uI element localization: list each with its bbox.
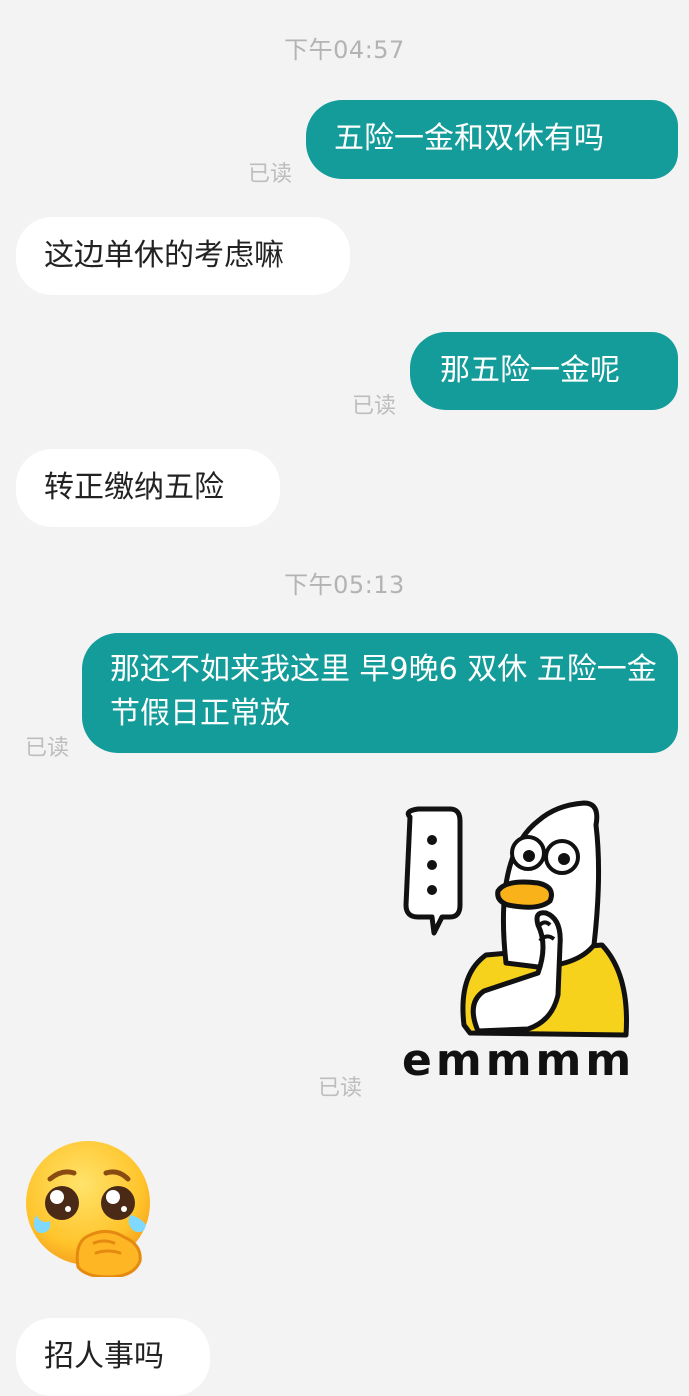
message-bubble-incoming[interactable]: 转正缴纳五险 <box>16 449 280 527</box>
message-bubble-outgoing[interactable]: 五险一金和双休有吗 <box>306 100 678 179</box>
sticker-duck-thinking[interactable]: emmmm <box>388 795 648 1090</box>
pleading-face-icon <box>26 1141 150 1279</box>
read-receipt: 已读 <box>318 1076 363 1101</box>
read-receipt: 已读 <box>25 736 70 761</box>
message-bubble-incoming[interactable]: 招人事吗 <box>16 1318 210 1396</box>
read-receipt: 已读 <box>248 162 293 187</box>
message-bubble-outgoing[interactable]: 那还不如来我这里 早9晚6 双休 五险一金 节假日正常放 <box>82 633 678 753</box>
timestamp: 下午04:57 <box>284 36 405 64</box>
message-bubble-incoming[interactable]: 这边单休的考虑嘛 <box>16 217 350 295</box>
message-bubble-outgoing[interactable]: 那五险一金呢 <box>410 332 678 410</box>
sticker-caption: emmmm <box>402 1035 636 1086</box>
timestamp: 下午05:13 <box>284 571 405 599</box>
read-receipt: 已读 <box>352 394 397 419</box>
pleading-emoji[interactable] <box>22 1137 162 1279</box>
